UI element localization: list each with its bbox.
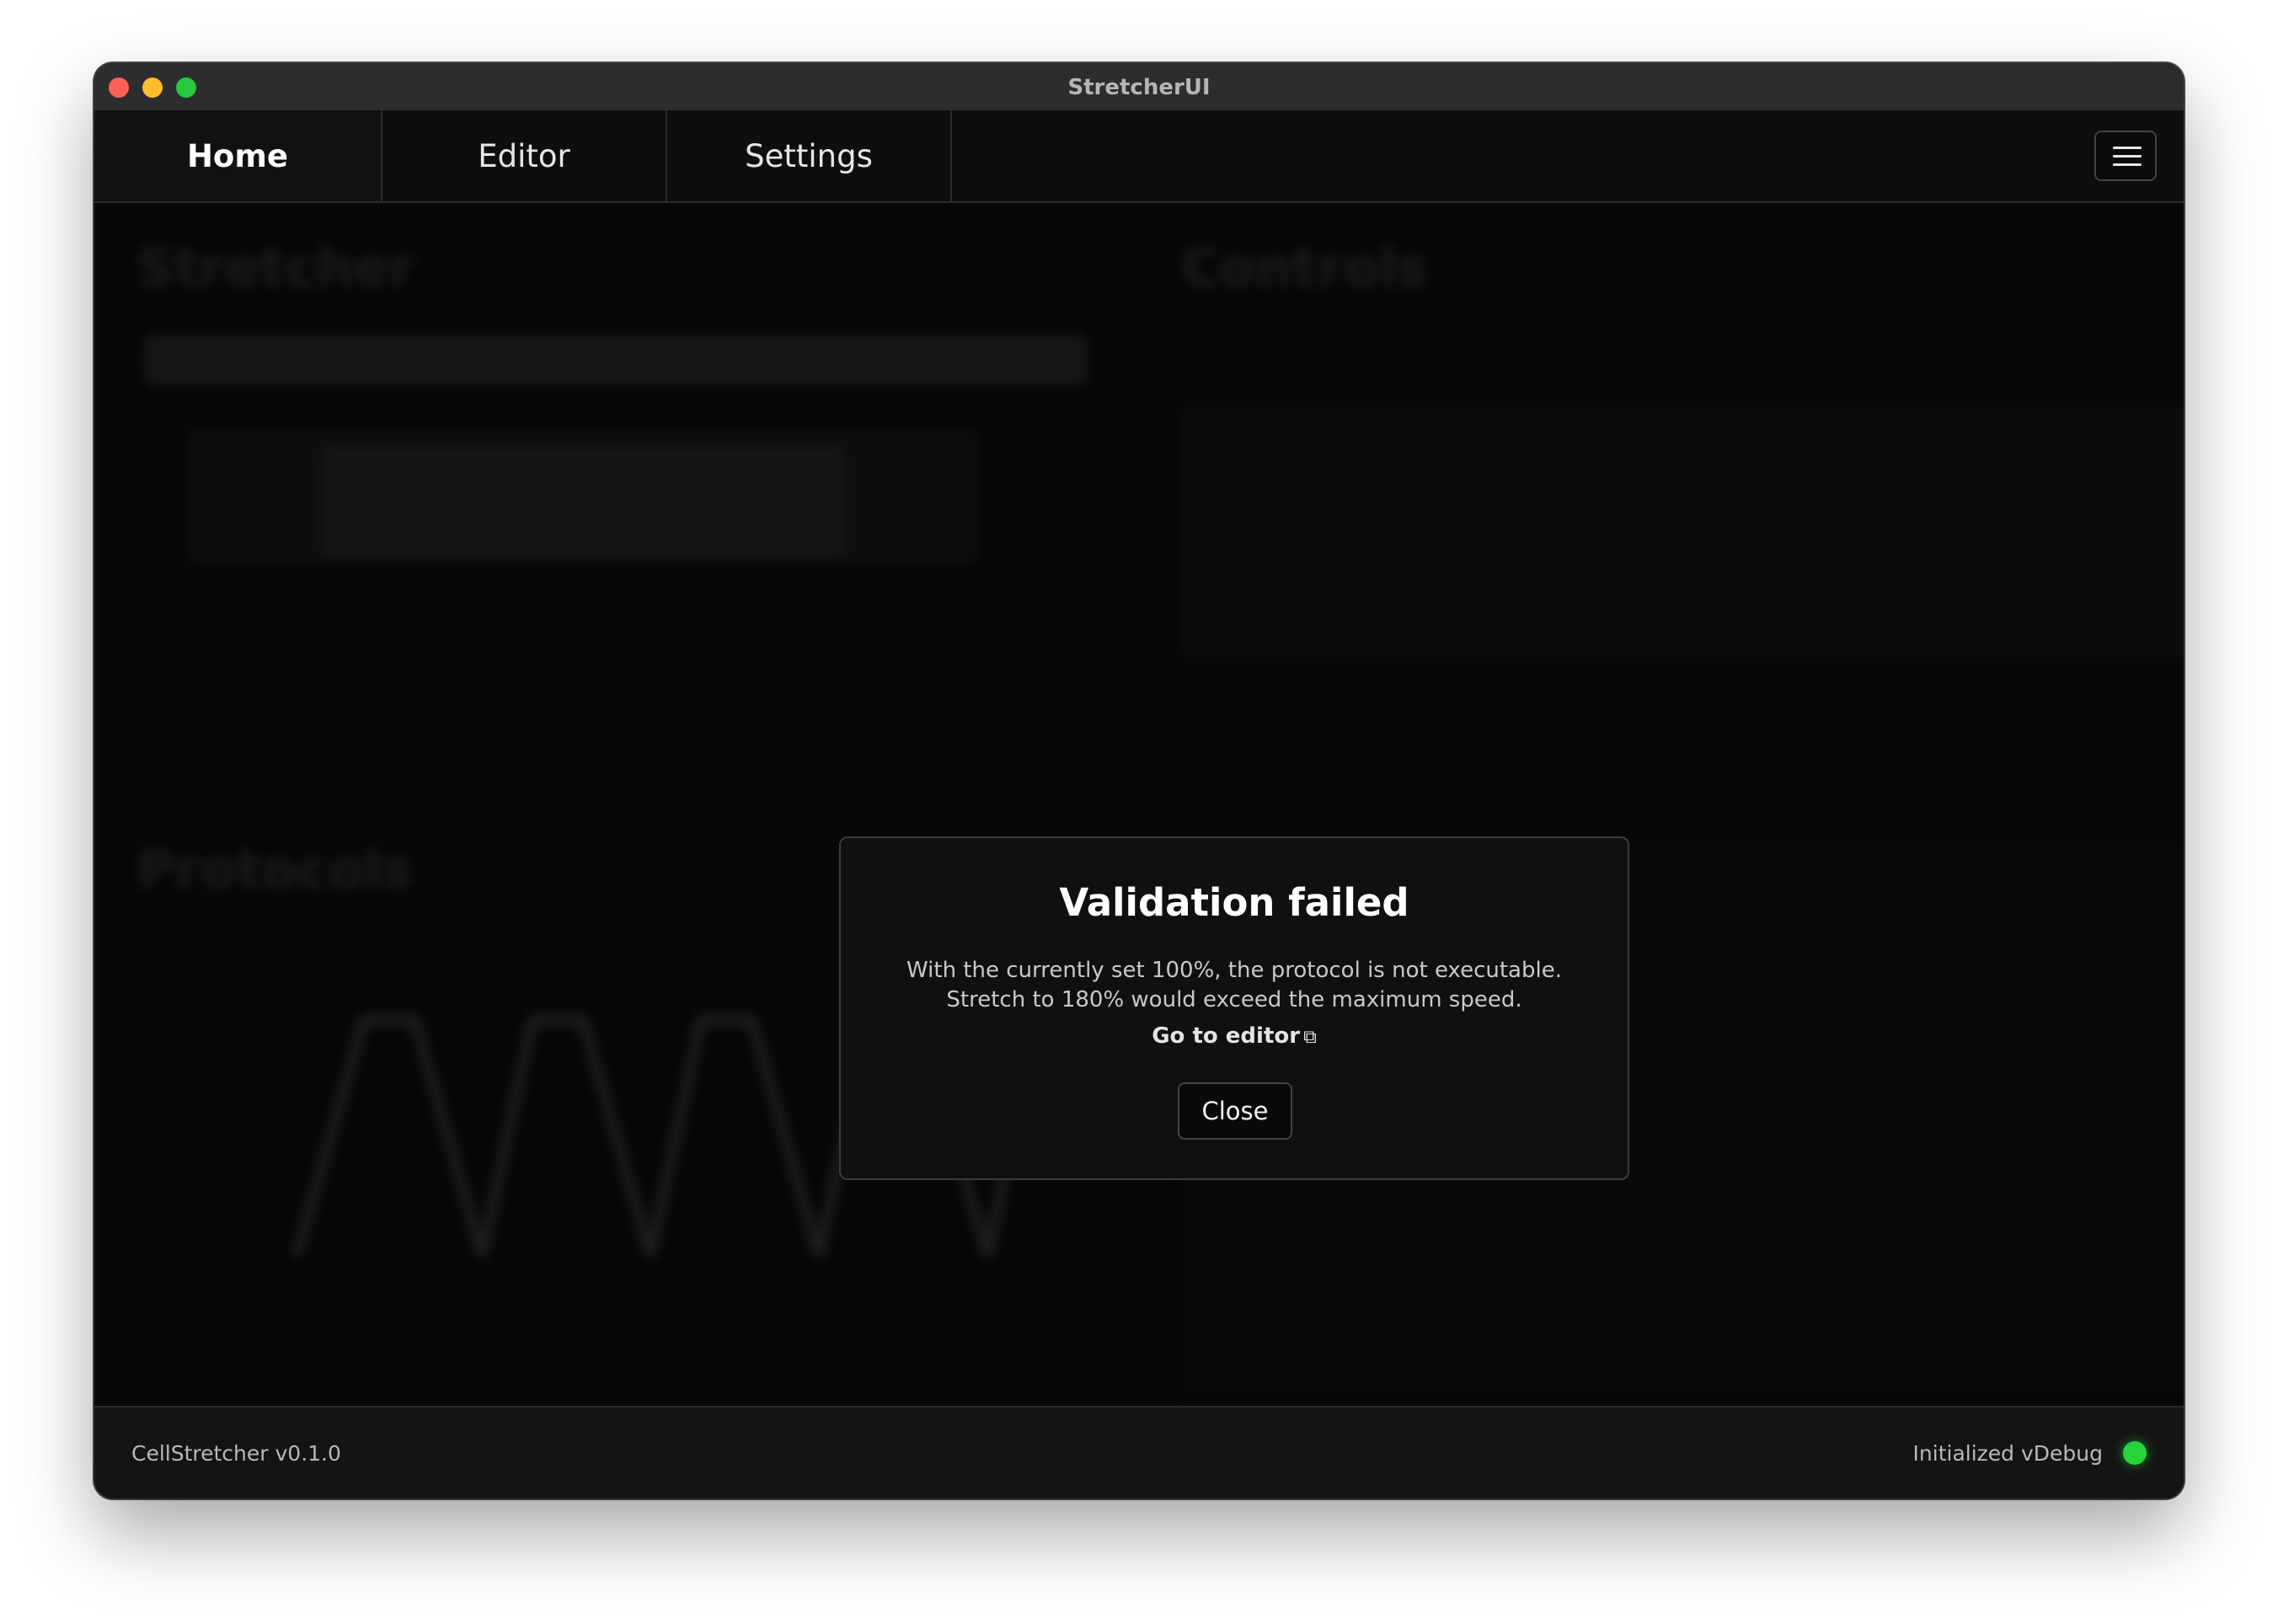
title-bar: StretcherUI [94, 63, 2184, 112]
app-version: CellStretcher v0.1.0 [131, 1441, 341, 1466]
external-link-icon: ⧉ [1303, 1027, 1317, 1048]
status-bar: CellStretcher v0.1.0 Initialized vDebug [94, 1406, 2184, 1498]
controls-panel-title: Controls [1181, 237, 1429, 298]
hamburger-icon-line [2113, 163, 2142, 166]
tab-settings[interactable]: Settings [667, 110, 952, 201]
protocols-panel-title: Protocols [136, 839, 414, 900]
tab-bar: Home Editor Settings [94, 110, 2184, 203]
dialog-message-line-2: Stretch to 180% would exceed the maximum… [946, 987, 1522, 1012]
window-title: StretcherUI [1067, 75, 1211, 100]
validation-dialog: Validation failed With the currently set… [839, 836, 1629, 1180]
tab-home[interactable]: Home [94, 110, 382, 201]
hamburger-icon [2113, 147, 2142, 149]
menu-button[interactable] [2094, 131, 2157, 181]
stretcher-panel-title: Stretcher [136, 237, 415, 298]
dialog-title: Validation failed [1059, 880, 1409, 925]
go-to-editor-link[interactable]: Go to editor ⧉ [841, 1023, 1628, 1049]
hamburger-icon-line [2113, 155, 2142, 158]
stretch-slider-track [145, 334, 1087, 385]
stretcher-sample [322, 447, 844, 557]
status-text: Initialized vDebug [1912, 1441, 2103, 1466]
app-window: StretcherUI Home Editor Settings Stretch… [94, 63, 2184, 1498]
close-button[interactable]: Close [1178, 1082, 1292, 1140]
main-content: Stretcher Controls Protocols Validation … [94, 203, 2184, 1470]
go-to-editor-label: Go to editor [1152, 1023, 1301, 1049]
status-indicator-icon [2123, 1441, 2147, 1465]
tab-editor[interactable]: Editor [382, 110, 667, 201]
dialog-message-line-1: With the currently set 100%, the protoco… [906, 958, 1562, 983]
controls-box [1181, 405, 2184, 658]
